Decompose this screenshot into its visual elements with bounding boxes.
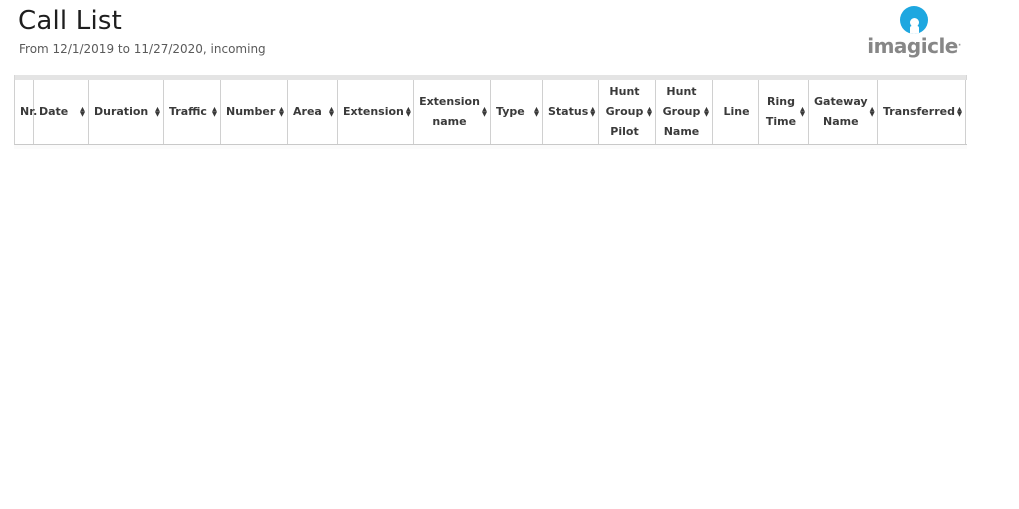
column-label-number: Number xyxy=(226,102,277,122)
logo-trademark: · xyxy=(958,41,961,51)
sort-icon[interactable]: ▲▼ xyxy=(406,107,411,118)
sort-icon[interactable]: ▲▼ xyxy=(704,107,709,118)
column-label-area: Area xyxy=(293,102,327,122)
column-label-extension: Extension xyxy=(343,102,404,122)
column-header-type[interactable]: Type▲▼ xyxy=(491,80,543,144)
sort-icon[interactable]: ▲▼ xyxy=(800,107,805,118)
sort-icon[interactable]: ▲▼ xyxy=(155,107,160,118)
column-header-ring_time[interactable]: RingTime▲▼ xyxy=(759,80,809,144)
column-header-status[interactable]: Status▲▼ xyxy=(543,80,599,144)
column-label-gateway_name: GatewayName xyxy=(814,92,868,132)
column-header-extension_name[interactable]: Extensionname▲▼ xyxy=(414,80,491,144)
column-header-hunt_group_name[interactable]: HuntGroupName▲▼ xyxy=(656,80,713,144)
logo-text: imagicle· xyxy=(859,35,969,57)
column-label-type: Type xyxy=(496,102,532,122)
sort-icon[interactable]: ▲▼ xyxy=(80,107,85,118)
column-label-duration: Duration xyxy=(94,102,153,122)
call-list-page: Call List From 12/1/2019 to 11/27/2020, … xyxy=(0,0,1019,509)
sort-icon[interactable]: ▲▼ xyxy=(482,107,487,118)
column-header-date[interactable]: Date▲▼ xyxy=(34,80,89,144)
imagicle-logo-icon xyxy=(900,6,928,34)
column-header-extension[interactable]: Extension▲▼ xyxy=(338,80,414,144)
cutoff-row xyxy=(14,145,967,149)
page-title: Call List xyxy=(18,6,122,36)
column-label-traffic: Traffic xyxy=(169,102,210,122)
column-label-hunt_group_pilot: HuntGroupPilot xyxy=(604,82,645,142)
column-label-extension_name: Extensionname xyxy=(419,92,480,132)
sort-icon[interactable]: ▲▼ xyxy=(957,107,962,118)
column-header-traffic[interactable]: Traffic▲▼ xyxy=(164,80,221,144)
sort-icon[interactable]: ▲▼ xyxy=(647,107,652,118)
column-header-transferred[interactable]: Transferred▲▼ xyxy=(878,80,966,144)
column-label-line: Line xyxy=(718,102,755,122)
column-label-ring_time: RingTime xyxy=(764,92,798,132)
column-header-area[interactable]: Area▲▼ xyxy=(288,80,338,144)
sort-icon[interactable]: ▲▼ xyxy=(212,107,217,118)
column-label-hunt_group_name: HuntGroupName xyxy=(661,82,702,142)
sort-icon[interactable]: ▲▼ xyxy=(870,107,875,118)
column-header-nr: Nr. xyxy=(15,80,34,144)
table-header-row: Nr.Date▲▼Duration▲▼Traffic▲▼Number▲▼Area… xyxy=(14,80,967,145)
sort-icon[interactable]: ▲▼ xyxy=(329,107,334,118)
column-label-status: Status xyxy=(548,102,588,122)
imagicle-logo: imagicle· xyxy=(859,6,969,57)
logo-stem xyxy=(910,26,919,34)
sort-icon[interactable]: ▲▼ xyxy=(279,107,284,118)
sort-icon[interactable]: ▲▼ xyxy=(534,107,539,118)
call-list-table: Nr.Date▲▼Duration▲▼Traffic▲▼Number▲▼Area… xyxy=(14,75,967,149)
column-header-number[interactable]: Number▲▼ xyxy=(221,80,288,144)
column-label-transferred: Transferred xyxy=(883,102,955,122)
sort-icon[interactable]: ▲▼ xyxy=(590,107,595,118)
column-header-hunt_group_pilot[interactable]: HuntGroupPilot▲▼ xyxy=(599,80,656,144)
column-label-date: Date xyxy=(39,102,78,122)
column-header-line: Line xyxy=(713,80,759,144)
column-header-duration[interactable]: Duration▲▼ xyxy=(89,80,164,144)
page-subtitle: From 12/1/2019 to 11/27/2020, incoming xyxy=(19,42,266,56)
column-header-gateway_name[interactable]: GatewayName▲▼ xyxy=(809,80,878,144)
